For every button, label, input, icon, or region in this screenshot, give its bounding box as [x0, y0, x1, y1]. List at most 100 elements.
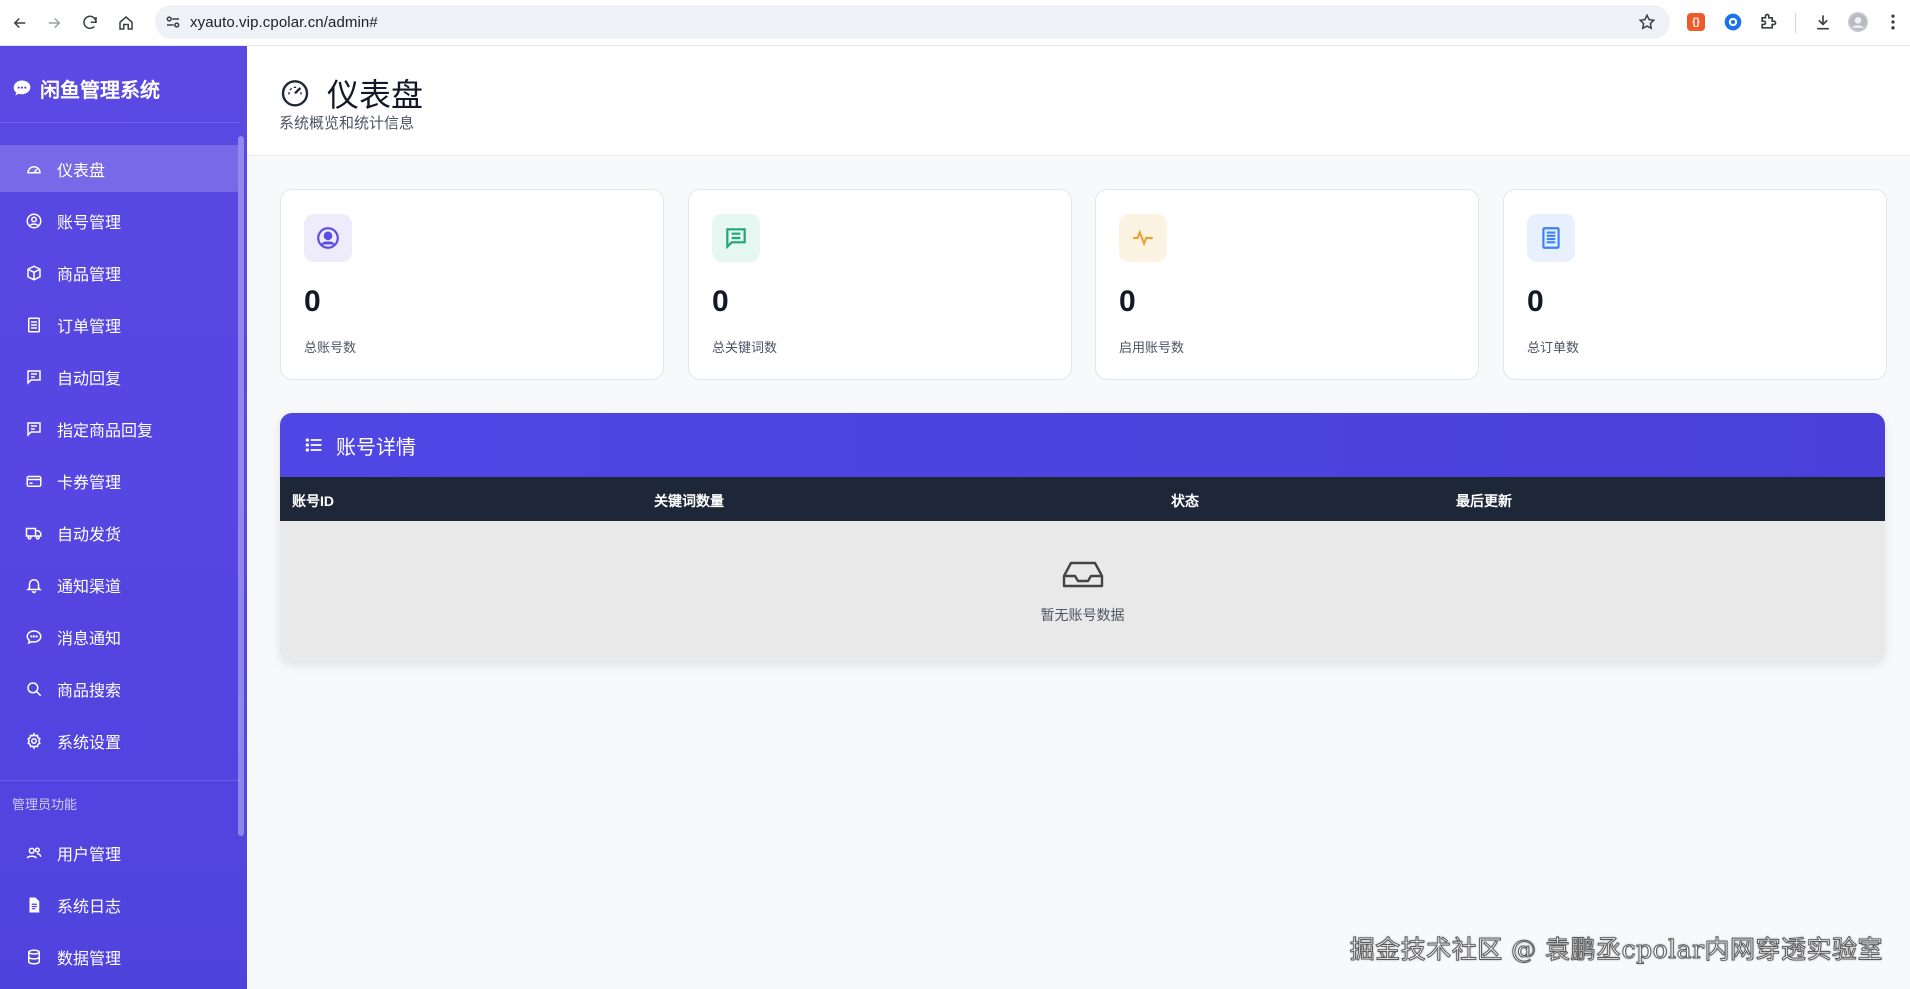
bookmark-star-icon[interactable] — [1638, 13, 1656, 31]
profile-avatar[interactable] — [1848, 12, 1868, 32]
message-dots-icon — [25, 628, 43, 646]
sidebar-item-product-reply[interactable]: 指定商品回复 — [0, 405, 238, 452]
divider — [0, 122, 240, 123]
chat-icon — [25, 420, 43, 438]
brand[interactable]: 闲鱼管理系统 — [12, 74, 160, 102]
watermark: 掘金技术社区 @ 袁鹏丞cpolar内网穿透实验室 — [1349, 935, 1883, 965]
column-header[interactable]: 状态 — [1171, 491, 1199, 511]
account-details-title: 账号详情 — [336, 436, 416, 459]
search-icon — [25, 680, 43, 698]
browser-toolbar: xyauto.vip.cpolar.cn/admin# {} — [0, 0, 1910, 46]
page-title: 仪表盘 — [327, 77, 424, 113]
sidebar-item-label: 通知渠道 — [57, 578, 122, 596]
table-body: 暂无账号数据 — [280, 521, 1885, 661]
card-icon — [25, 472, 43, 490]
page-header: 仪表盘 系统概览和统计信息 — [247, 46, 1910, 156]
pulse-icon — [1119, 214, 1167, 262]
sidebar-item-settings[interactable]: 系统设置 — [0, 717, 238, 764]
home-icon[interactable] — [114, 11, 138, 35]
box-icon — [25, 264, 43, 282]
sidebar-item-accounts[interactable]: 账号管理 — [0, 197, 238, 244]
chat-bubble-icon — [12, 78, 32, 98]
stat-label: 总订单数 — [1527, 340, 1580, 355]
sidebar-item-label: 数据管理 — [57, 950, 122, 968]
site-info-icon[interactable] — [164, 13, 182, 31]
admin-section-title: 管理员功能 — [12, 797, 78, 812]
sidebar-item-label: 仪表盘 — [57, 162, 106, 180]
users-icon — [25, 844, 43, 862]
stat-value: 0 — [712, 285, 729, 318]
sidebar-item-auto-delivery[interactable]: 自动发货 — [0, 509, 238, 556]
sidebar-item-label: 自动发货 — [57, 526, 122, 544]
sidebar-item-label: 账号管理 — [57, 214, 122, 232]
chat-icon — [25, 368, 43, 386]
user-circle-icon — [25, 212, 43, 230]
column-header[interactable]: 关键词数量 — [654, 491, 724, 511]
sidebar-item-dashboard[interactable]: 仪表盘 — [0, 145, 238, 192]
sidebar-item-auto-reply[interactable]: 自动回复 — [0, 353, 238, 400]
table-header: 账号ID 关键词数量 状态 最后更新 — [280, 477, 1885, 521]
sidebar-scrollbar[interactable] — [238, 136, 244, 836]
extension-icon[interactable] — [1723, 12, 1743, 32]
sidebar-item-notify-channels[interactable]: 通知渠道 — [0, 561, 238, 608]
sidebar-item-label: 自动回复 — [57, 370, 122, 388]
sidebar-item-cards[interactable]: 卡券管理 — [0, 457, 238, 504]
sidebar-item-label: 消息通知 — [57, 630, 122, 648]
account-details-header: 账号详情 — [280, 413, 1885, 477]
list-icon — [25, 316, 43, 334]
user-circle-icon — [304, 214, 352, 262]
sidebar-item-label: 系统设置 — [57, 734, 122, 752]
reload-icon[interactable] — [78, 11, 102, 35]
gear-icon — [25, 731, 43, 750]
stat-card-total-keywords: 0 总关键词数 — [688, 189, 1072, 380]
stat-card-total-orders: 0 总订单数 — [1503, 189, 1887, 380]
dashboard-icon — [279, 76, 311, 108]
sidebar: 闲鱼管理系统 仪表盘 账号管理 商品管理 订单管理 自动回复 指定商品回复 卡券… — [0, 46, 247, 989]
stat-label: 启用账号数 — [1119, 340, 1185, 355]
extension-icon[interactable]: {} — [1687, 13, 1705, 31]
column-header[interactable]: 最后更新 — [1456, 491, 1512, 511]
sidebar-item-users[interactable]: 用户管理 — [0, 829, 238, 876]
sidebar-item-data[interactable]: 数据管理 — [0, 933, 238, 980]
page-subtitle: 系统概览和统计信息 — [279, 115, 415, 132]
list-icon — [304, 435, 324, 455]
forward-icon[interactable] — [42, 11, 66, 35]
toolbar-divider — [1795, 13, 1796, 33]
sidebar-item-label: 商品管理 — [57, 266, 122, 284]
file-icon — [25, 896, 43, 914]
account-details-card: 账号详情 账号ID 关键词数量 状态 最后更新 暂无账号数据 — [280, 413, 1885, 661]
database-icon — [25, 948, 43, 966]
sidebar-item-label: 用户管理 — [57, 846, 122, 864]
column-header[interactable]: 账号ID — [292, 491, 334, 511]
address-bar[interactable]: xyauto.vip.cpolar.cn/admin# — [155, 5, 1670, 39]
stat-label: 总关键词数 — [712, 340, 778, 355]
inbox-icon — [1062, 559, 1104, 591]
back-icon[interactable] — [8, 11, 32, 35]
sidebar-item-product-search[interactable]: 商品搜索 — [0, 665, 238, 712]
puzzle-icon[interactable] — [1758, 12, 1778, 32]
stat-value: 0 — [1527, 285, 1544, 318]
sidebar-item-products[interactable]: 商品管理 — [0, 249, 238, 296]
download-icon[interactable] — [1813, 12, 1833, 32]
sidebar-item-logs[interactable]: 系统日志 — [0, 881, 238, 928]
sidebar-item-label: 系统日志 — [57, 898, 122, 916]
sidebar-item-messages[interactable]: 消息通知 — [0, 613, 238, 660]
bell-icon — [25, 576, 43, 594]
url-text[interactable]: xyauto.vip.cpolar.cn/admin# — [190, 14, 378, 31]
sidebar-item-orders[interactable]: 订单管理 — [0, 301, 238, 348]
brand-title: 闲鱼管理系统 — [40, 79, 160, 102]
sidebar-item-label: 商品搜索 — [57, 682, 122, 700]
stat-value: 0 — [304, 285, 321, 318]
divider — [0, 780, 240, 781]
dashboard-icon — [25, 160, 43, 178]
document-list-icon — [1527, 214, 1575, 262]
chat-lines-icon — [712, 214, 760, 262]
menu-icon[interactable] — [1883, 12, 1903, 32]
truck-icon — [25, 524, 43, 542]
sidebar-item-label: 指定商品回复 — [57, 422, 154, 440]
sidebar-item-label: 订单管理 — [57, 318, 122, 336]
stat-label: 总账号数 — [304, 340, 357, 355]
stat-card-total-accounts: 0 总账号数 — [280, 189, 664, 380]
stat-value: 0 — [1119, 285, 1136, 318]
empty-state-text: 暂无账号数据 — [1040, 607, 1125, 623]
